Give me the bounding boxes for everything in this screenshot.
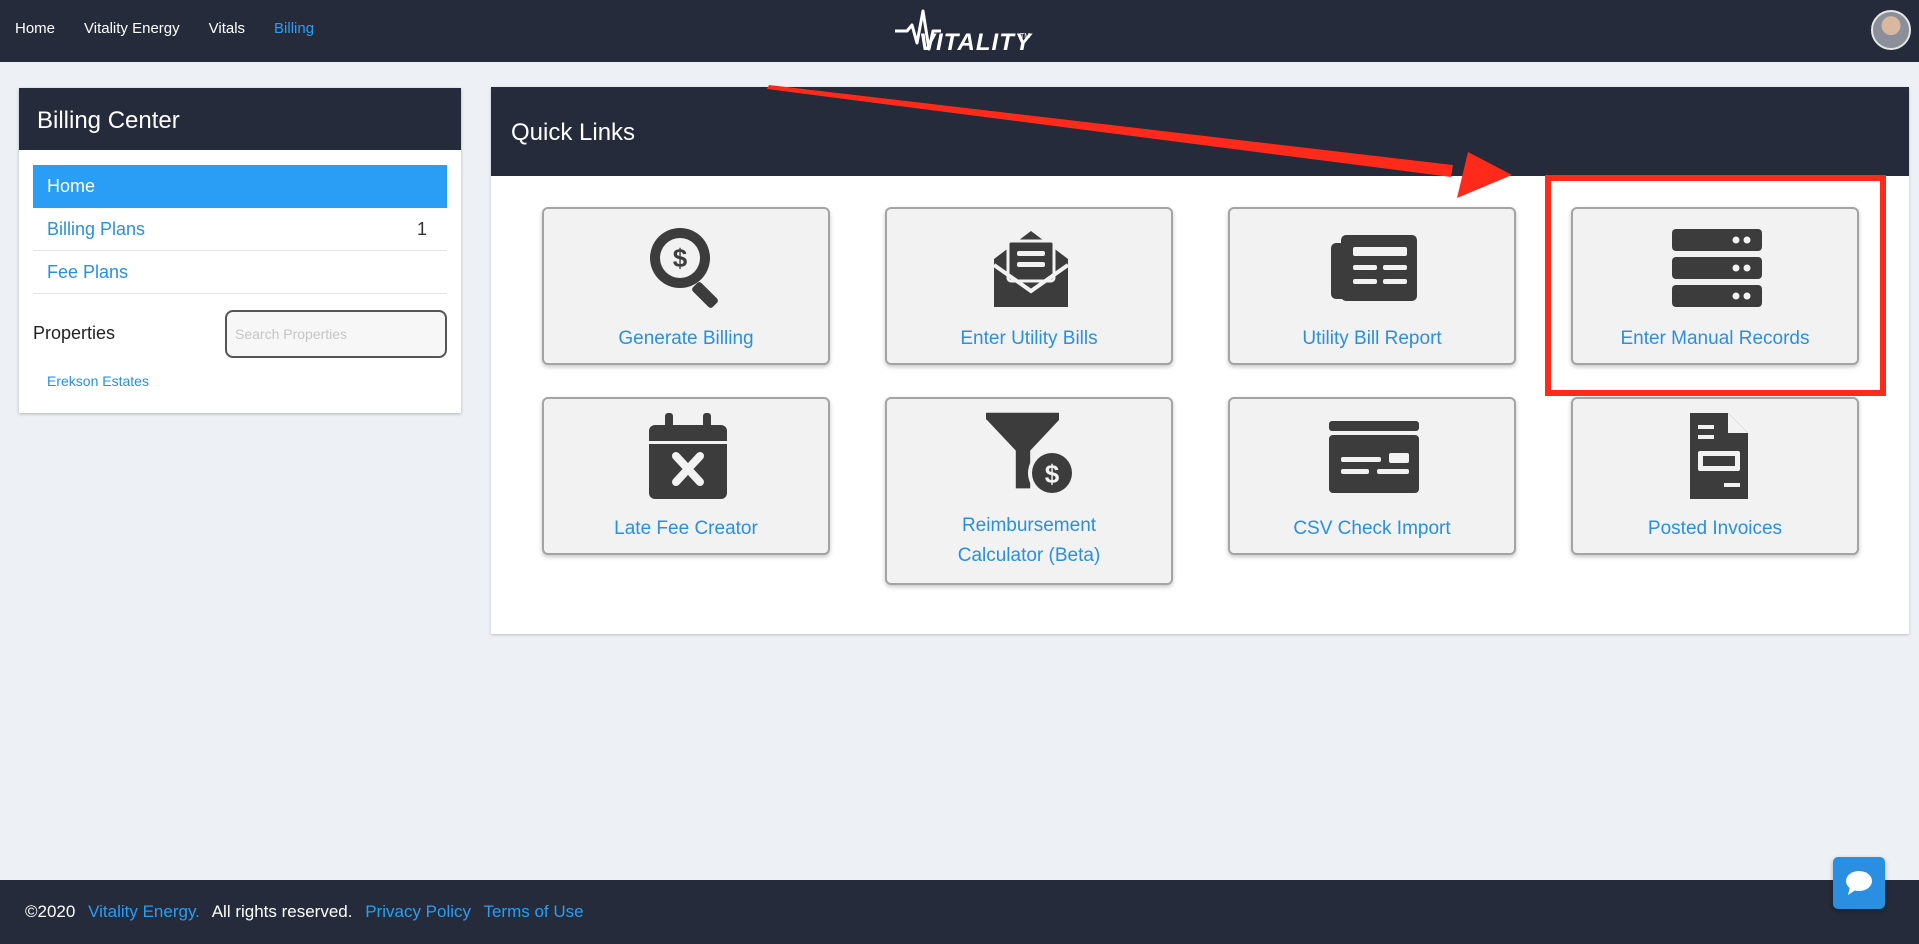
late-fee-creator-tile[interactable]: Late Fee Creator (542, 397, 830, 555)
nav-link-billing[interactable]: Billing (274, 20, 314, 37)
enter-utility-bills-tile[interactable]: Enter Utility Bills (885, 207, 1173, 365)
footer-company-link[interactable]: Vitality Energy. (88, 902, 200, 921)
terms-of-use-link[interactable]: Terms of Use (483, 902, 583, 921)
sidebar-item-label: Home (47, 176, 96, 196)
logo-trademark: TM (1020, 33, 1031, 40)
tile-label: Generate Billing (618, 328, 754, 349)
sidebar-item-label: Billing Plans (47, 219, 146, 239)
billing-center-title: Billing Center (19, 88, 461, 150)
calendar-times-icon (649, 413, 727, 499)
reimbursement-calculator-tile[interactable]: $ Reimbursement Calculator (Beta) (885, 397, 1173, 585)
billing-center-panel: Billing Center Home Billing Plans 1 Fee … (19, 88, 461, 413)
sidebar-item-label: Fee Plans (47, 262, 129, 282)
svg-text:$: $ (673, 243, 688, 273)
nav-link-home[interactable]: Home (15, 20, 55, 37)
privacy-policy-link[interactable]: Privacy Policy (365, 902, 471, 921)
footer-rights: All rights reserved. (211, 902, 353, 921)
annotation-highlight-box (1545, 175, 1886, 396)
tile-label: Enter Utility Bills (960, 328, 1098, 349)
sidebar-item-billing-plans[interactable]: Billing Plans 1 (33, 208, 447, 251)
tile-label: Utility Bill Report (1302, 328, 1442, 349)
vitality-logo[interactable]: VITALITY TM (893, 3, 1031, 59)
property-link-erekson-estates[interactable]: Erekson Estates (47, 373, 149, 389)
footer-copyright: ©2020 (25, 902, 76, 921)
tile-label: Late Fee Creator (614, 518, 758, 539)
user-avatar[interactable] (1871, 10, 1911, 50)
footer: ©2020 Vitality Energy. All rights reserv… (0, 880, 1919, 944)
funnel-dollar-icon: $ (986, 412, 1076, 497)
generate-billing-tile[interactable]: $ Generate Billing (542, 207, 830, 365)
file-invoice-icon (1690, 413, 1748, 499)
properties-label: Properties (33, 323, 116, 343)
nav-links: Home Vitality Energy Vitals Billing (15, 20, 343, 37)
svg-text:$: $ (1045, 459, 1060, 489)
search-properties-input[interactable] (225, 310, 447, 358)
search-dollar-icon: $ (650, 228, 718, 308)
csv-check-import-tile[interactable]: CSV Check Import (1228, 397, 1516, 555)
envelope-open-text-icon (992, 231, 1070, 307)
logo-text: VITALITY (919, 29, 1032, 56)
newspaper-icon (1331, 235, 1417, 301)
money-check-icon (1329, 421, 1419, 493)
billing-plans-count: 1 (416, 219, 427, 239)
nav-link-vitals[interactable]: Vitals (209, 20, 245, 37)
tile-label-line2: Calculator (Beta) (957, 545, 1101, 566)
billing-center-menu: Home Billing Plans 1 Fee Plans (33, 165, 447, 294)
tile-label: CSV Check Import (1293, 518, 1451, 539)
chat-bubble-icon (1846, 871, 1872, 895)
tile-label: Posted Invoices (1647, 518, 1783, 539)
nav-link-vitality-energy[interactable]: Vitality Energy (84, 20, 180, 37)
quick-links-title: Quick Links (491, 87, 1909, 176)
top-navbar: Home Vitality Energy Vitals Billing VITA… (0, 0, 1919, 62)
sidebar-item-home[interactable]: Home (33, 165, 447, 208)
utility-bill-report-tile[interactable]: Utility Bill Report (1228, 207, 1516, 365)
tile-label-line1: Reimbursement (961, 515, 1097, 536)
tile-label: Reimbursement Calculator (Beta) (887, 511, 1171, 571)
chat-button[interactable] (1833, 857, 1885, 909)
sidebar-item-fee-plans[interactable]: Fee Plans (33, 251, 447, 294)
posted-invoices-tile[interactable]: Posted Invoices (1571, 397, 1859, 555)
